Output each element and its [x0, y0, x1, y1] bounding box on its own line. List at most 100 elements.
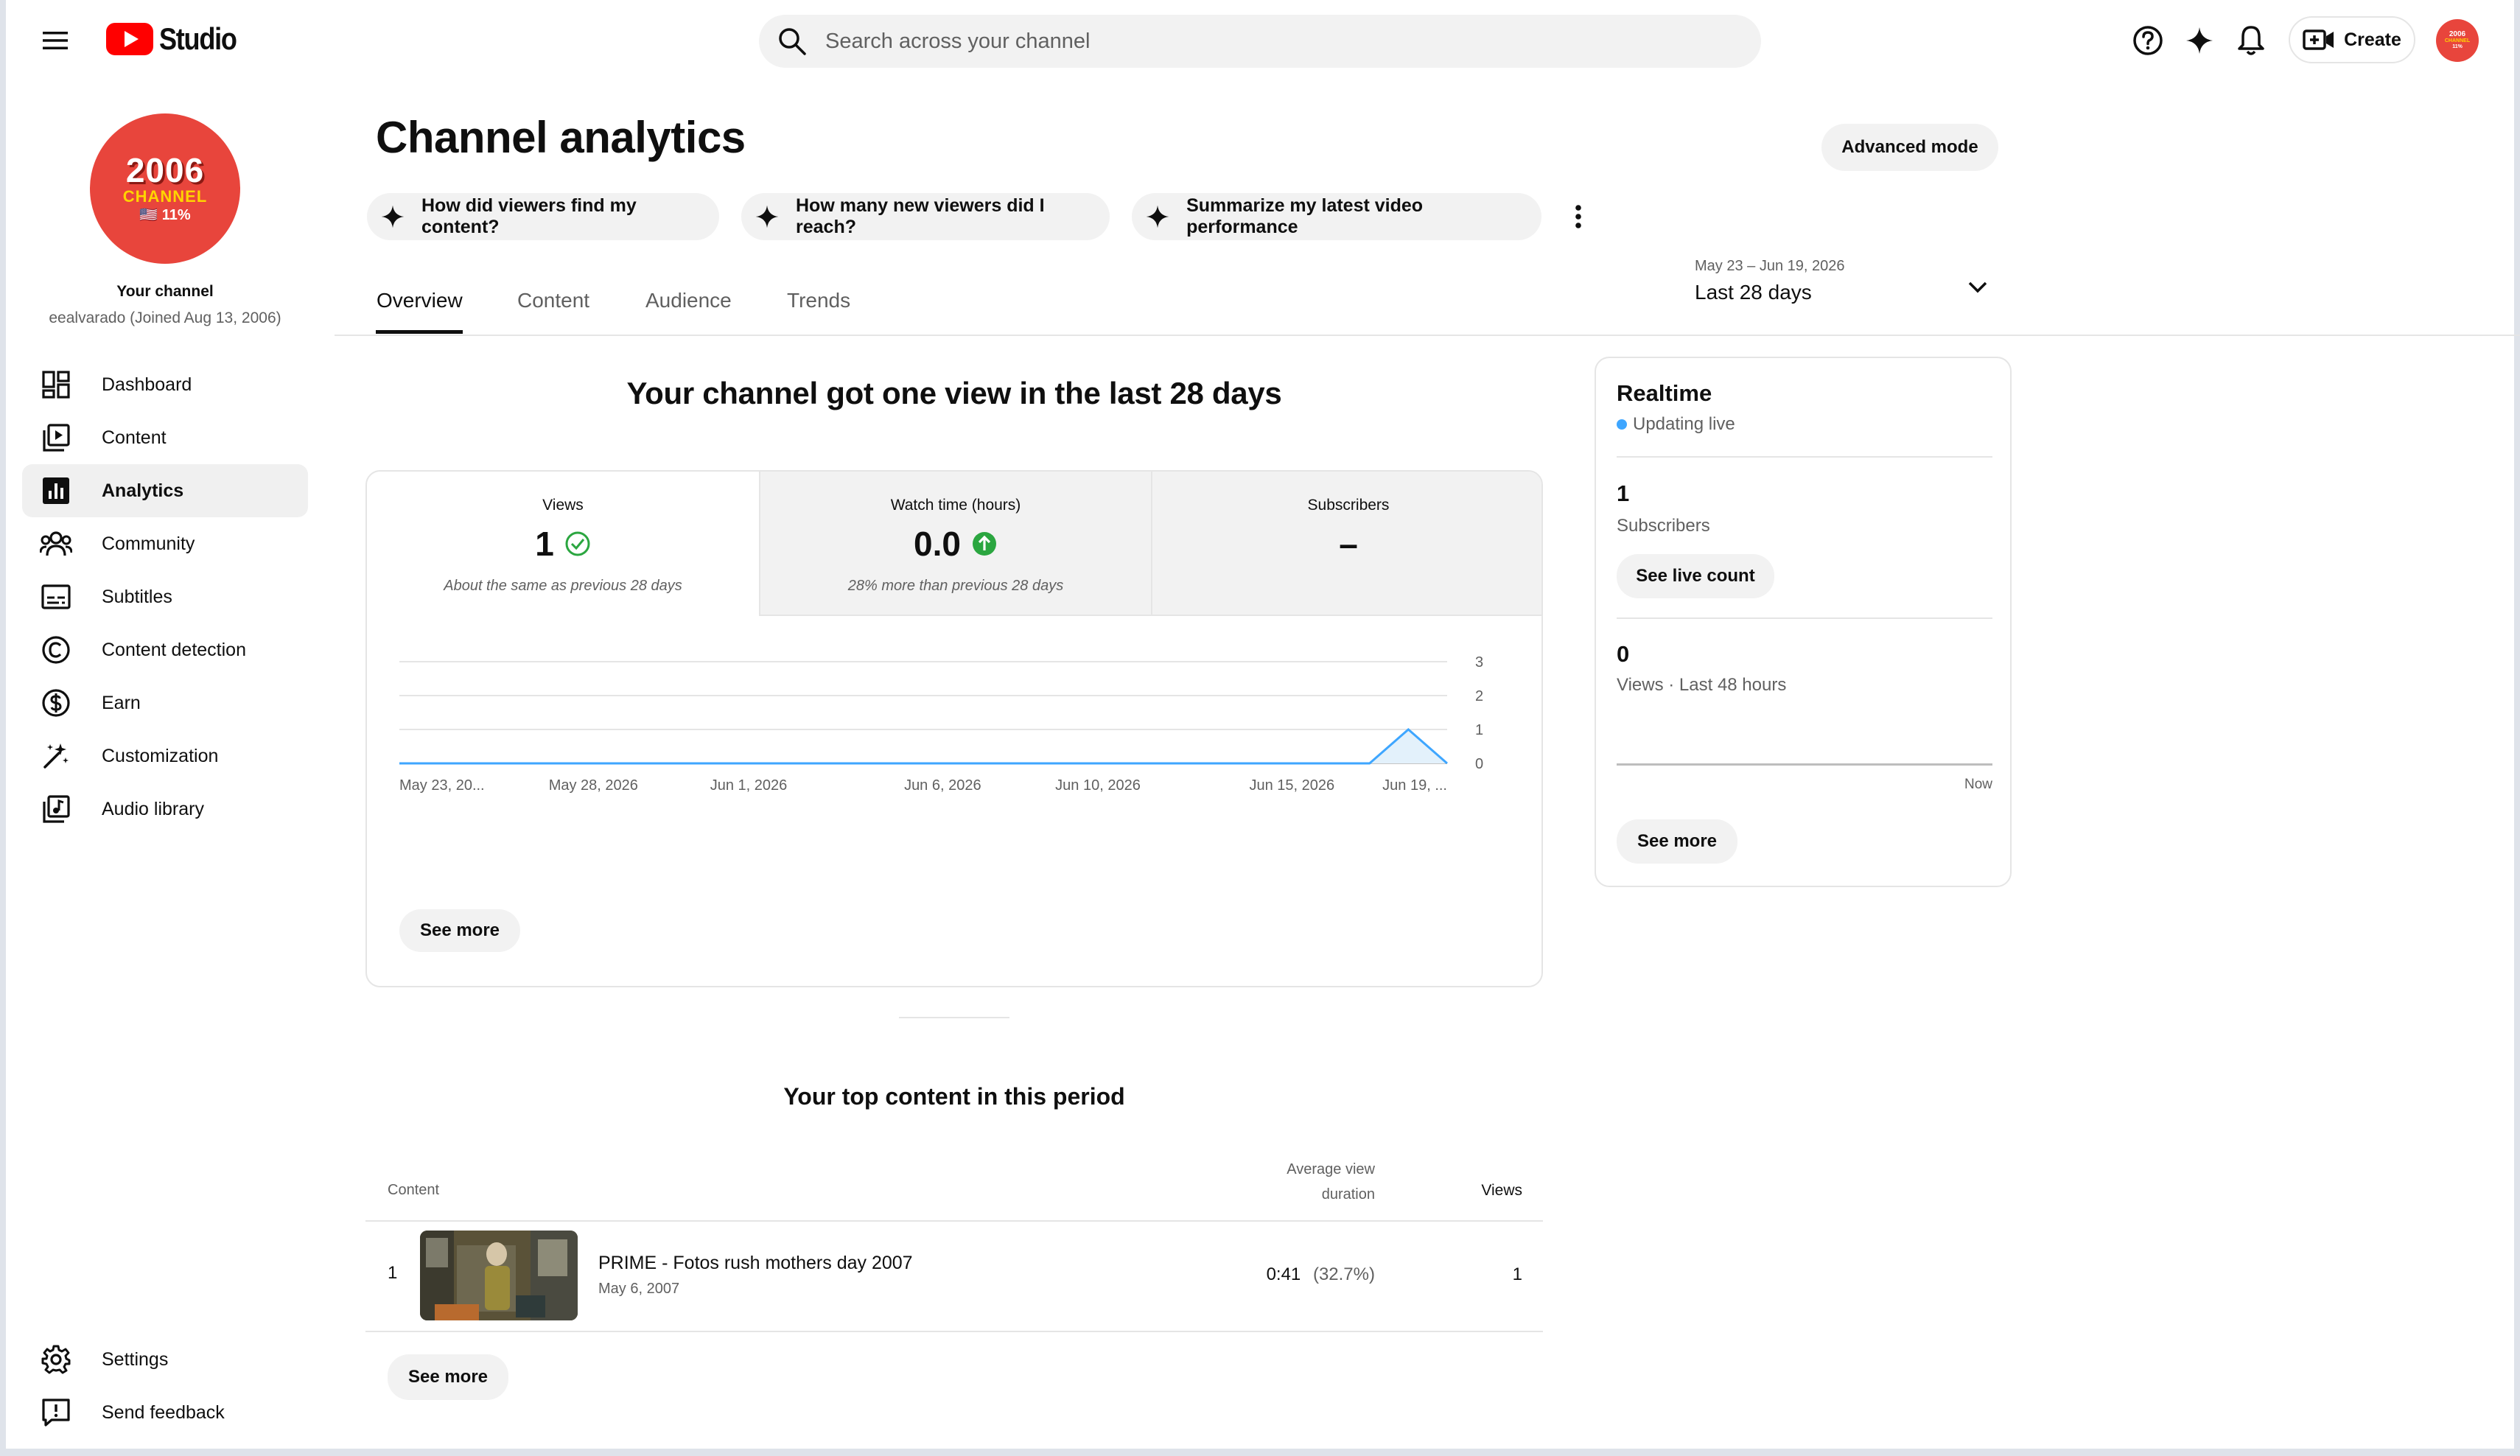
chart-x-tick-label: Jun 6, 2026: [904, 777, 981, 794]
tab-trends[interactable]: Trends: [787, 289, 850, 312]
help-icon[interactable]: [2129, 22, 2166, 59]
community-icon: [25, 517, 87, 570]
column-header-views[interactable]: Views: [1419, 1182, 1522, 1200]
metric-watch-time[interactable]: Watch time (hours) 0.0 28% more than pre…: [759, 472, 1151, 616]
realtime-views-label: Views · Last 48 hours: [1617, 675, 1787, 695]
channel-title: Your channel: [116, 283, 214, 300]
account-avatar[interactable]: 2006 CHANNEL 11%: [2436, 19, 2479, 62]
section-divider: [365, 1017, 1543, 1018]
table-row[interactable]: 1 PRIME - Fotos rush mothers day 2007 Ma…: [365, 1222, 1543, 1331]
ai-question-chip[interactable]: Summarize my latest video performance: [1132, 193, 1541, 240]
chart-x-tick-label: Jun 1, 2026: [710, 777, 788, 794]
overview-card: Views 1 About the same as previous 28 da…: [365, 470, 1543, 987]
channel-avatar-line3: 🇺🇸 11%: [139, 207, 191, 223]
feedback-icon: [25, 1386, 87, 1439]
channel-subtitle: eealvarado (Joined Aug 13, 2006): [49, 309, 281, 326]
account-avatar-line1: 2006: [2449, 30, 2466, 38]
metric-views[interactable]: Views 1 About the same as previous 28 da…: [367, 472, 759, 616]
tab-content[interactable]: Content: [517, 289, 589, 312]
subtitles-icon: [25, 570, 87, 623]
overview-headline: Your channel got one view in the last 28…: [626, 376, 1282, 410]
realtime-views-value: 0: [1617, 641, 1630, 667]
sidebar-item-settings[interactable]: Settings: [22, 1333, 308, 1386]
sidebar-item-label: Customization: [102, 745, 219, 766]
menu-icon[interactable]: [37, 22, 74, 59]
sidebar-item-label: Dashboard: [102, 374, 192, 395]
chart-x-tick-label: May 23, 20...: [399, 777, 485, 794]
page-title: Channel analytics: [376, 113, 746, 162]
channel-avatar-line1: 2006: [125, 151, 205, 189]
account-avatar-line2: CHANNEL: [2444, 38, 2471, 43]
advanced-mode-button[interactable]: Advanced mode: [1821, 124, 1998, 171]
more-options-icon[interactable]: [1564, 199, 1593, 234]
see-more-realtime-button[interactable]: See more: [1617, 819, 1737, 864]
chevron-down-icon: [1963, 273, 1992, 302]
channel-avatar-line2: CHANNEL: [122, 187, 208, 206]
realtime-status: Updating live: [1633, 414, 1735, 434]
sidebar-item-dashboard[interactable]: Dashboard: [22, 358, 308, 411]
avg-view-duration: 0:41: [1266, 1264, 1301, 1284]
column-header-content: Content: [388, 1182, 440, 1198]
sidebar-item-customization[interactable]: Customization: [22, 729, 308, 783]
sidebar-item-community[interactable]: Community: [22, 517, 308, 570]
sidebar-item-label: Settings: [102, 1348, 169, 1370]
metric-value: 0.0: [914, 525, 961, 563]
chart-y-tick-label: 3: [1475, 654, 1483, 671]
sidebar-item-label: Earn: [102, 692, 141, 713]
row-rank: 1: [388, 1263, 398, 1283]
metric-title: Watch time (hours): [890, 497, 1021, 514]
magic-wand-icon: [25, 729, 87, 783]
chart-x-tick-label: May 28, 2026: [549, 777, 638, 794]
notifications-bell-icon[interactable]: [2233, 22, 2269, 59]
chart-x-tick-label: Jun 15, 2026: [1250, 777, 1335, 794]
search-input[interactable]: [825, 29, 1709, 54]
create-button-label: Create: [2344, 29, 2401, 50]
see-live-count-button[interactable]: See live count: [1617, 554, 1774, 598]
sidebar-item-audio-library[interactable]: Audio library: [22, 783, 308, 836]
date-range: May 23 – Jun 19, 2026: [1695, 258, 1845, 274]
date-period: Last 28 days: [1695, 281, 1812, 304]
metric-title: Subscribers: [1307, 497, 1390, 514]
video-title[interactable]: PRIME - Fotos rush mothers day 2007: [598, 1253, 913, 1274]
tabs-divider: [335, 335, 2520, 336]
search-icon[interactable]: [759, 15, 825, 68]
gear-icon: [25, 1333, 87, 1386]
studio-logo[interactable]: Studio: [106, 21, 249, 57]
sidebar-item-content-detection[interactable]: Content detection: [22, 623, 308, 676]
date-range-picker[interactable]: May 23 – Jun 19, 2026 Last 28 days: [1695, 258, 2004, 318]
metric-note: 28% more than previous 28 days: [847, 578, 1064, 594]
sidebar-item-earn[interactable]: Earn: [22, 676, 308, 729]
metric-value: 1: [535, 525, 554, 563]
search-bar[interactable]: [759, 15, 1761, 68]
see-more-content-button[interactable]: See more: [388, 1354, 508, 1400]
studio-logo-text: Studio: [159, 21, 237, 56]
see-more-chart-button[interactable]: See more: [399, 909, 520, 952]
video-thumbnail[interactable]: [420, 1231, 578, 1320]
ai-question-chip[interactable]: How many new viewers did I reach?: [741, 193, 1110, 240]
chart-y-tick-label: 1: [1475, 722, 1483, 738]
metric-value: –: [1339, 525, 1358, 563]
channel-avatar[interactable]: 2006 CHANNEL 🇺🇸 11%: [90, 113, 240, 264]
sparkle-icon[interactable]: [2181, 22, 2218, 59]
row-views: 1: [1512, 1264, 1522, 1284]
divider: [1617, 617, 1992, 619]
chart-x-tick-label: Jun 19, ...: [1382, 777, 1447, 794]
sidebar-item-subtitles[interactable]: Subtitles: [22, 570, 308, 623]
realtime-title: Realtime: [1617, 380, 1712, 406]
sidebar-item-send-feedback[interactable]: Send feedback: [22, 1386, 308, 1439]
window-frame-left: [0, 0, 6, 1456]
metric-subscribers[interactable]: Subscribers –: [1151, 472, 1541, 616]
sidebar-item-content[interactable]: Content: [22, 411, 308, 464]
sparkle-icon: [755, 204, 780, 229]
create-button[interactable]: Create: [2289, 16, 2415, 63]
views-chart: 0 1 2 3 May 23, 20... May 28, 2026 Jun 1, 2026…: [399, 654, 1483, 794]
chip-label: How did viewers find my content?: [421, 195, 637, 237]
tab-overview[interactable]: Overview: [377, 289, 463, 312]
content-icon: [25, 411, 87, 464]
ai-question-chip[interactable]: How did viewers find my content?: [367, 193, 719, 240]
youtube-logo-icon: [106, 23, 153, 55]
window-frame-right: [2514, 0, 2520, 1456]
column-header-avg-view-duration[interactable]: Average view duration: [1228, 1157, 1375, 1207]
sidebar-item-analytics[interactable]: Analytics: [22, 464, 308, 517]
tab-audience[interactable]: Audience: [645, 289, 732, 312]
